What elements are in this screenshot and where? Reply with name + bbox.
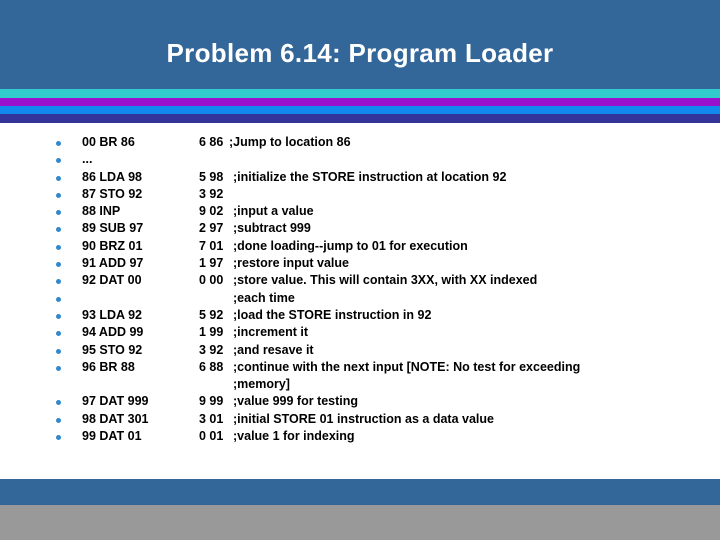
machine-code: 9 99	[199, 394, 224, 409]
assembly-code: 98 DAT 301	[82, 411, 149, 426]
code-comment: ;continue with the next input [NOTE: No …	[233, 359, 581, 374]
footer-band	[0, 479, 720, 505]
slide-title: Problem 6.14: Program Loader	[166, 38, 554, 68]
code-comment: ;value 999 for testing	[233, 394, 359, 409]
code-comment: ;value 1 for indexing	[233, 429, 355, 444]
bullet-icon	[56, 279, 61, 285]
listing-row: 86 LDA 98 5 98 ;initialize the STORE instr…	[0, 169, 720, 186]
listing-row: 89 SUB 97 2 97 ;subtract 999	[0, 220, 720, 237]
bullet-icon	[56, 435, 61, 441]
stripe-navy	[0, 114, 720, 123]
listing-row: 92 DAT 00 0 00 ;store value. This will con…	[0, 272, 720, 289]
machine-code: 6 86	[199, 135, 224, 149]
assembly-code: 96 BR 88	[82, 359, 135, 374]
machine-code: 3 92	[199, 186, 224, 201]
code-comment: ;initial STORE 01 instruction as a data …	[233, 411, 494, 426]
bullet-icon	[56, 262, 61, 268]
bullet-icon	[56, 192, 61, 198]
machine-code: 0 01	[199, 429, 224, 444]
code-comment: ;load the STORE instruction in 92	[233, 307, 432, 322]
assembly-code: 92 DAT 00	[82, 273, 142, 288]
listing-row: 91 ADD 97 1 97 ;restore input value	[0, 255, 720, 272]
listing-row: 93 LDA 92 5 92 ;load the STORE instruction…	[0, 307, 720, 324]
bullet-icon	[56, 244, 61, 250]
bullet-icon	[56, 175, 61, 181]
bullet-icon	[56, 400, 61, 406]
listing-row: 99 DAT 01 0 01 ;value 1 for indexing	[0, 428, 720, 445]
listing-row: 97 DAT 999 9 99 ;value 999 for testing	[0, 393, 720, 410]
assembly-code: 91 ADD 97	[82, 256, 144, 271]
listing-row: 87 STO 92 3 92	[0, 186, 720, 203]
bullet-icon	[56, 417, 61, 423]
bullet-icon	[56, 313, 61, 319]
assembly-code: 87 STO 92	[82, 186, 143, 201]
stripe-blue	[0, 106, 720, 114]
listing-row: 95 STO 92 3 92 ;and resave it	[0, 342, 720, 359]
stripe-cyan	[0, 89, 720, 98]
listing-row: ;each time	[0, 290, 720, 307]
bullet-icon	[56, 296, 61, 302]
listing-row: ;memory]	[0, 376, 720, 393]
footer-gray	[0, 505, 720, 540]
machine-code: 7 01	[199, 238, 224, 253]
listing-row: 94 ADD 99 1 99 ;increment it	[0, 324, 720, 341]
bullet-icon	[56, 331, 61, 337]
code-comment: ;and resave it	[233, 342, 314, 357]
machine-code: 0 00	[199, 273, 224, 288]
code-comment: ;increment it	[233, 325, 309, 340]
machine-code: 6 88	[199, 359, 224, 374]
assembly-code: 93 LDA 92	[82, 307, 142, 322]
listing-row: 88 INP 9 02 ;input a value	[0, 203, 720, 220]
machine-code: 5 92	[199, 307, 224, 322]
machine-code: 1 97	[199, 256, 224, 271]
bullet-icon	[56, 348, 61, 354]
title-bar: Problem 6.14: Program Loader	[0, 0, 720, 89]
code-comment: ;Jump to location 86	[229, 135, 351, 149]
listing-row: 00 BR 86 6 86 ;Jump to location 86	[0, 134, 720, 151]
code-comment: ;each time	[233, 290, 295, 305]
bullet-icon	[56, 365, 61, 371]
assembly-code: 88 INP	[82, 204, 121, 219]
machine-code: 5 98	[199, 169, 224, 184]
code-comment: ;input a value	[233, 204, 314, 219]
assembly-code: 99 DAT 01	[82, 429, 142, 444]
code-comment: ;store value. This will contain 3XX, wit…	[233, 273, 538, 288]
stripe-magenta	[0, 98, 720, 106]
machine-code: 3 92	[199, 342, 224, 357]
assembly-code: 89 SUB 97	[82, 221, 144, 236]
assembly-code: 97 DAT 999	[82, 394, 149, 409]
bullet-icon	[56, 158, 61, 164]
assembly-code: 95 STO 92	[82, 342, 143, 357]
assembly-code: 94 ADD 99	[82, 325, 144, 340]
code-comment: ;subtract 999	[233, 221, 311, 236]
assembly-code: 00 BR 86	[82, 135, 135, 149]
assembly-code: 90 BRZ 01	[82, 238, 143, 253]
assembly-code: ...	[82, 152, 93, 167]
bullet-icon	[56, 141, 61, 146]
bullet-icon	[56, 210, 61, 216]
machine-code: 9 02	[199, 204, 224, 219]
assembly-code: 86 LDA 98	[82, 169, 142, 184]
code-comment: ;memory]	[233, 377, 290, 392]
code-comment: ;restore input value	[233, 256, 349, 271]
listing-row: ...	[0, 151, 720, 168]
machine-code: 3 01	[199, 411, 224, 426]
code-comment: ;initialize the STORE instruction at loc…	[233, 169, 507, 184]
listing-row: 98 DAT 301 3 01 ;initial STORE 01 instruct…	[0, 411, 720, 428]
bullet-icon	[56, 227, 61, 233]
machine-code: 2 97	[199, 221, 224, 236]
listing-row: 96 BR 88 6 88 ;continue with the next inpu…	[0, 359, 720, 376]
code-comment: ;done loading--jump to 01 for execution	[233, 238, 468, 253]
program-listing: 00 BR 86 6 86 ;Jump to location 86... 86 LD…	[0, 134, 720, 445]
listing-row: 90 BRZ 01 7 01 ;done loading--jump to 01 f…	[0, 238, 720, 255]
machine-code: 1 99	[199, 325, 224, 340]
